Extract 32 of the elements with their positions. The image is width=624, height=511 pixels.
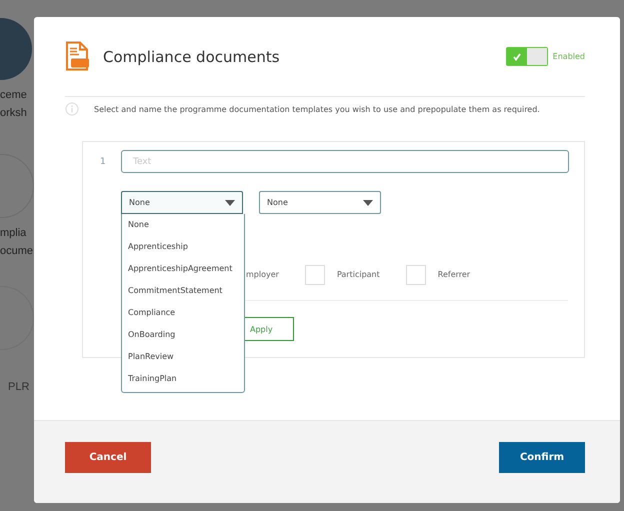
template-select[interactable]: None xyxy=(259,191,381,214)
checkbox-label: Referrer xyxy=(438,270,470,279)
dialog-title: Compliance documents xyxy=(103,48,280,66)
card-label: ceme xyxy=(0,88,27,103)
dropdown-option[interactable]: CommitmentStatement xyxy=(122,280,244,302)
caret-icon xyxy=(363,200,373,206)
dropdown-option[interactable]: OnBoarding xyxy=(122,324,244,346)
dropdown-option[interactable]: None xyxy=(122,214,244,236)
dropdown-option[interactable]: TrainingPlan xyxy=(122,368,244,390)
dropdown-option[interactable]: Apprenticeship xyxy=(122,236,244,258)
toggle-label: Enabled xyxy=(552,52,585,61)
card-label: ocume xyxy=(0,244,34,259)
checkbox[interactable] xyxy=(304,264,325,284)
card-label: PLR xyxy=(7,380,30,395)
cancel-button[interactable]: Cancel xyxy=(65,442,151,472)
dropdown-option[interactable]: Compliance xyxy=(122,302,244,324)
caret-icon xyxy=(225,200,235,206)
card-label: mplia xyxy=(0,226,26,241)
card-label: orksh xyxy=(0,106,27,121)
pdf-file-icon xyxy=(65,41,89,72)
template-select[interactable]: None xyxy=(121,191,243,214)
checkbox-label: Participant xyxy=(336,270,380,279)
info-icon xyxy=(65,102,79,116)
confirm-button[interactable]: Confirm xyxy=(499,442,585,472)
dropdown-option[interactable]: PlanReview xyxy=(122,346,244,368)
dropdown-option[interactable]: ApprenticeshipAgreement xyxy=(122,258,244,280)
checkbox[interactable] xyxy=(406,264,426,284)
instruction-text: Select and name the programme documentation templates you wish to use and prepopulate them as required. xyxy=(94,104,540,114)
checkbox-label: mployer xyxy=(246,270,279,279)
checkmark-icon xyxy=(512,52,522,62)
row-number: 1 xyxy=(100,156,107,166)
toggle-switch[interactable] xyxy=(506,47,548,66)
